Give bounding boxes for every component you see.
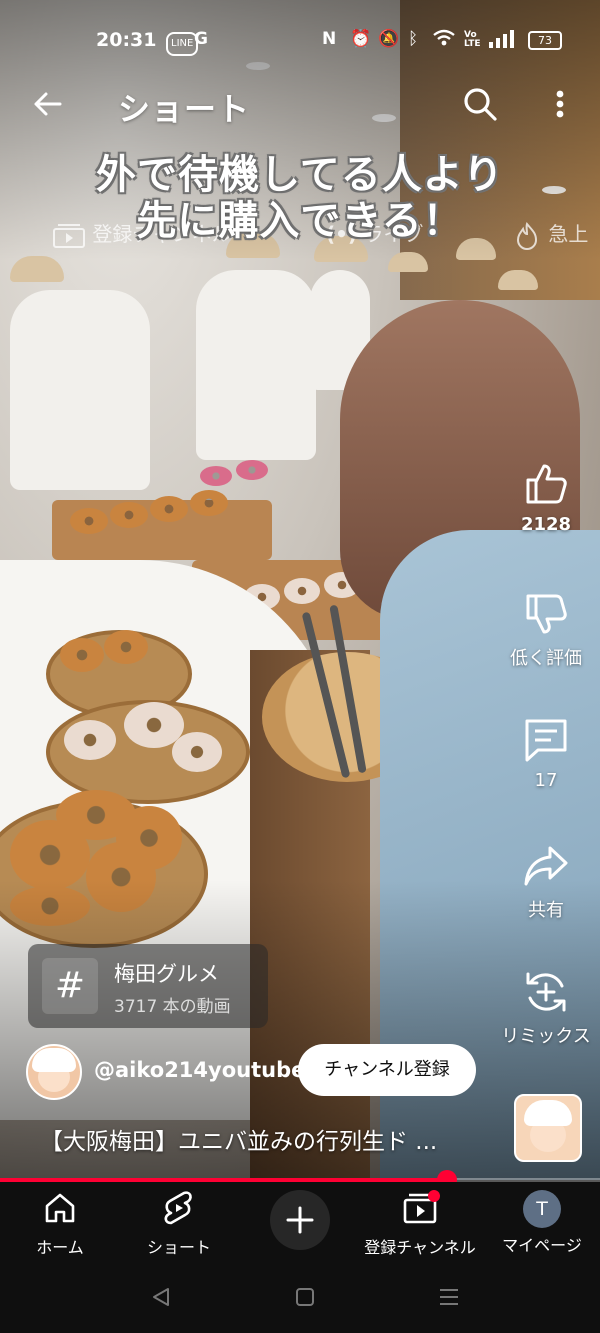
channel-row: @aiko214youtube チャンネル登録 xyxy=(26,1044,586,1100)
sound-thumbnail[interactable] xyxy=(514,1094,582,1162)
channel-avatar[interactable] xyxy=(26,1044,82,1100)
battery-indicator: 73 xyxy=(528,31,562,50)
system-back-icon[interactable] xyxy=(150,1286,172,1308)
nav-label: ショート xyxy=(146,1238,211,1257)
bluetooth-icon: ᛒ xyxy=(408,29,419,49)
video-title[interactable]: 【大阪梅田】ユニバ並みの行列生ド ... xyxy=(40,1122,437,1156)
more-vertical-icon xyxy=(556,90,564,118)
nav-label: ホーム xyxy=(36,1238,84,1257)
comments-button[interactable]: 17 xyxy=(500,716,592,791)
subscribe-button[interactable]: チャンネル登録 xyxy=(298,1044,476,1096)
volte-icon: Vo LTE xyxy=(464,30,481,49)
search-button[interactable] xyxy=(462,86,498,122)
status-time: 20:31 xyxy=(96,29,157,51)
hashtag-video-count: 3717 本の動画 xyxy=(114,997,231,1017)
hashtag-chip[interactable]: # 梅田グルメ 3717 本の動画 xyxy=(28,944,268,1028)
home-icon xyxy=(45,1193,75,1223)
comment-count: 17 xyxy=(534,770,558,791)
avatar-icon: T xyxy=(523,1190,561,1228)
donut xyxy=(64,720,116,760)
nav-shorts[interactable]: ショート xyxy=(134,1190,224,1258)
more-options-button[interactable] xyxy=(548,86,572,122)
hashtag-icon: # xyxy=(42,958,98,1014)
thumb-panda-hood xyxy=(524,1100,572,1126)
nav-home[interactable]: ホーム xyxy=(20,1190,100,1258)
staff-figure xyxy=(196,270,316,460)
nav-my-page[interactable]: T マイページ xyxy=(494,1190,590,1256)
search-icon xyxy=(464,88,497,121)
staff-cap xyxy=(498,270,538,290)
signal-icon xyxy=(488,29,514,54)
donut xyxy=(190,490,228,516)
wifi-icon xyxy=(432,29,456,52)
donut xyxy=(70,508,108,534)
shorts-header: ショート xyxy=(0,80,600,134)
nav-subscriptions[interactable]: 登録チャンネル xyxy=(356,1190,484,1258)
back-button[interactable] xyxy=(30,86,66,122)
share-button[interactable]: 共有 xyxy=(500,842,592,922)
subscriptions-icon xyxy=(403,1190,440,1224)
create-button[interactable] xyxy=(270,1190,330,1250)
hashtag-title: 梅田グルメ xyxy=(114,962,219,986)
bottom-nav: ホーム ショート 登録チャンネル T マイページ xyxy=(0,1182,600,1268)
donut xyxy=(60,638,104,672)
thumbs-down-icon xyxy=(526,594,567,634)
thumbs-up-icon xyxy=(526,464,567,504)
nav-label: 登録チャンネル xyxy=(364,1238,476,1257)
donut xyxy=(110,502,148,528)
nav-label: マイページ xyxy=(502,1236,582,1255)
donut xyxy=(104,630,148,664)
page-title: ショート xyxy=(118,90,251,128)
mute-icon: 🔕 xyxy=(378,29,400,49)
channel-handle[interactable]: @aiko214youtube xyxy=(94,1058,305,1082)
nfc-icon: N xyxy=(322,29,337,49)
donut xyxy=(172,732,222,772)
staff-figure xyxy=(10,290,150,490)
remix-icon xyxy=(526,972,566,1012)
remix-button[interactable]: リミックス xyxy=(500,968,592,1048)
like-button[interactable]: 2128 xyxy=(500,460,592,535)
dislike-label: 低く評価 xyxy=(510,648,582,669)
system-home-icon[interactable] xyxy=(294,1286,316,1308)
share-icon xyxy=(524,846,568,886)
donut xyxy=(150,496,188,522)
create-icon xyxy=(286,1206,314,1234)
system-menu-icon[interactable] xyxy=(438,1286,460,1308)
like-count: 2128 xyxy=(520,514,572,535)
back-arrow-icon xyxy=(34,92,62,116)
donut xyxy=(200,466,232,486)
comment-icon xyxy=(525,719,567,762)
system-nav-bar xyxy=(0,1268,600,1333)
g-icon: G xyxy=(194,29,208,49)
donut xyxy=(284,578,320,604)
donut xyxy=(236,460,268,480)
dislike-button[interactable]: 低く評価 xyxy=(500,590,592,670)
video-caption-line-2: 先に購入できる！ xyxy=(136,198,464,244)
avatar-panda-hood xyxy=(32,1048,76,1072)
shorts-icon xyxy=(164,1191,192,1225)
share-label: 共有 xyxy=(528,900,564,921)
alarm-icon: ⏰ xyxy=(350,29,372,49)
status-bar: 20:31 LINE G N ⏰ 🔕 ᛒ Vo LTE 73 xyxy=(0,24,600,56)
